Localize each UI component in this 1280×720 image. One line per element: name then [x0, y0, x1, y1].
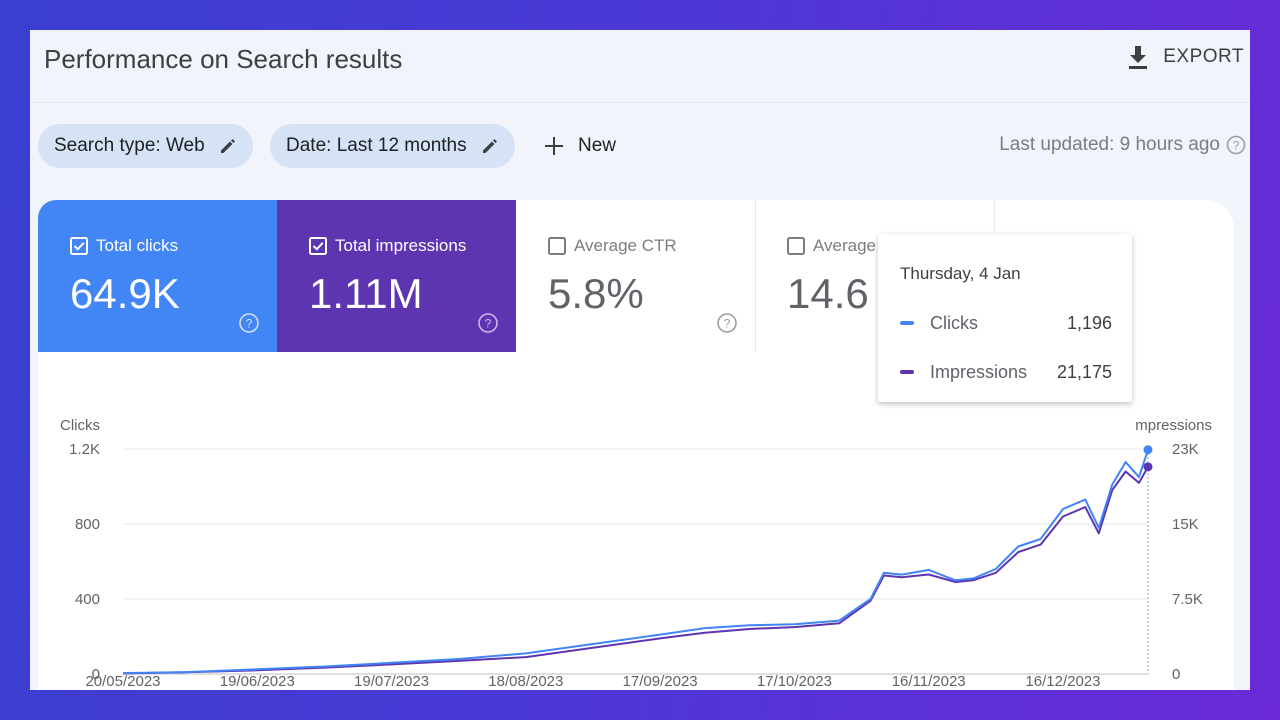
chart-canvas[interactable]: Clicks mpressions0 0400 7.5K800 15K1.2K 23K20…	[38, 352, 1234, 690]
date-filter-label: Date: Last 12 months	[286, 135, 467, 156]
checkbox-unchecked-icon[interactable]	[787, 237, 805, 255]
pencil-icon	[482, 139, 497, 153]
y-tick-label-left: 800	[75, 516, 100, 533]
svg-text:?: ?	[724, 317, 731, 331]
help-icon[interactable]: ?	[477, 312, 499, 334]
card-value: 14.6	[787, 270, 869, 317]
search-type-filter-chip[interactable]: Search type: Web	[38, 124, 253, 168]
card-header: Average CTR	[548, 236, 677, 256]
x-tick-label: 19/07/2023	[354, 673, 429, 690]
y-tick-label-right: 23K	[1172, 441, 1199, 458]
last-updated: Last updated: 9 hours ago ?	[999, 134, 1246, 156]
pencil-icon	[220, 139, 235, 153]
card-value: 1.11M	[309, 270, 423, 317]
performance-panel: Performance on Search results EXPORT Sea…	[30, 30, 1250, 690]
y-tick-label-right: 0	[1172, 666, 1180, 683]
plus-icon	[545, 137, 563, 155]
y-axis-title-left: Clicks	[60, 417, 100, 434]
new-label: New	[578, 135, 617, 156]
help-icon[interactable]: ?	[716, 312, 738, 334]
x-tick-label: 18/08/2023	[488, 673, 563, 690]
card-value: 5.8%	[548, 270, 644, 317]
svg-text:?: ?	[1233, 139, 1240, 153]
chart-tooltip: Thursday, 4 Jan Clicks 1,196 Impressions…	[878, 234, 1132, 402]
help-icon[interactable]: ?	[238, 312, 260, 334]
x-tick-label: 16/11/2023	[892, 673, 966, 690]
clicks-swatch	[900, 321, 914, 325]
tooltip-row-impressions: Impressions 21,175	[900, 360, 1112, 384]
tooltip-row-clicks: Clicks 1,196	[900, 311, 1112, 335]
card-header: Total impressions	[309, 236, 466, 256]
x-tick-label: 17/09/2023	[623, 673, 698, 690]
card-value: 64.9K	[70, 270, 180, 317]
export-button[interactable]: EXPORT	[1127, 44, 1244, 70]
x-tick-label: 19/06/2023	[220, 673, 295, 690]
y-axis-title-right: mpressions	[1135, 417, 1212, 434]
card-label: Average	[813, 236, 877, 255]
search-type-label: Search type: Web	[54, 135, 205, 156]
help-icon[interactable]: ?	[1226, 135, 1246, 155]
card-header: Total clicks	[70, 236, 178, 256]
series-line-clicks	[122, 449, 1149, 675]
card-label: Total impressions	[335, 236, 467, 255]
y-tick-label-right: 15K	[1172, 516, 1199, 533]
series-point-clicks	[1143, 445, 1153, 455]
tooltip-value: 21,175	[1056, 361, 1112, 382]
date-filter-chip[interactable]: Date: Last 12 months	[270, 124, 515, 168]
checkbox-checked-icon[interactable]	[70, 237, 88, 255]
series-point-impressions	[1143, 462, 1153, 472]
metric-card-total-clicks[interactable]: Total clicks 64.9K ?	[38, 200, 277, 352]
last-updated-text: Last updated: 9 hours ago	[999, 134, 1220, 155]
card-header: Average	[787, 236, 876, 256]
svg-text:?: ?	[485, 317, 492, 331]
filter-bar: Search type: Web Date: Last 12 months Ne…	[38, 124, 1248, 168]
tooltip-date: Thursday, 4 Jan	[900, 264, 1021, 283]
checkbox-checked-icon[interactable]	[309, 237, 327, 255]
download-icon	[1129, 46, 1148, 69]
card-label: Average CTR	[574, 236, 677, 255]
page-title: Performance on Search results	[44, 44, 403, 74]
y-tick-label-left: 1.2K	[69, 441, 100, 458]
metric-card-average-ctr[interactable]: Average CTR 5.8% ?	[516, 200, 756, 352]
new-filter-button[interactable]: New	[544, 124, 616, 168]
performance-chart[interactable]: Clicks mpressions 0 0 400 7.5K 800 15K 1.2K 23K 20…	[38, 352, 1234, 690]
svg-text:?: ?	[246, 317, 253, 331]
checkbox-unchecked-icon[interactable]	[548, 237, 566, 255]
tooltip-label: Impressions	[930, 361, 1028, 382]
x-tick-label: 20/05/2023	[85, 673, 160, 690]
y-tick-label-left: 400	[75, 591, 100, 608]
x-tick-label: 16/12/2023	[1025, 673, 1100, 690]
card-label: Total clicks	[96, 236, 179, 255]
panel-header: Performance on Search results EXPORT	[30, 30, 1250, 103]
export-label: EXPORT	[1163, 46, 1244, 67]
x-tick-label: 17/10/2023	[757, 673, 832, 690]
tooltip-value: 1,196	[1066, 312, 1112, 333]
tooltip-label: Clicks	[930, 312, 978, 333]
y-tick-label-right: 7.5K	[1172, 591, 1203, 608]
impressions-swatch	[900, 370, 914, 374]
metric-card-total-impressions[interactable]: Total impressions 1.11M ?	[277, 200, 516, 352]
